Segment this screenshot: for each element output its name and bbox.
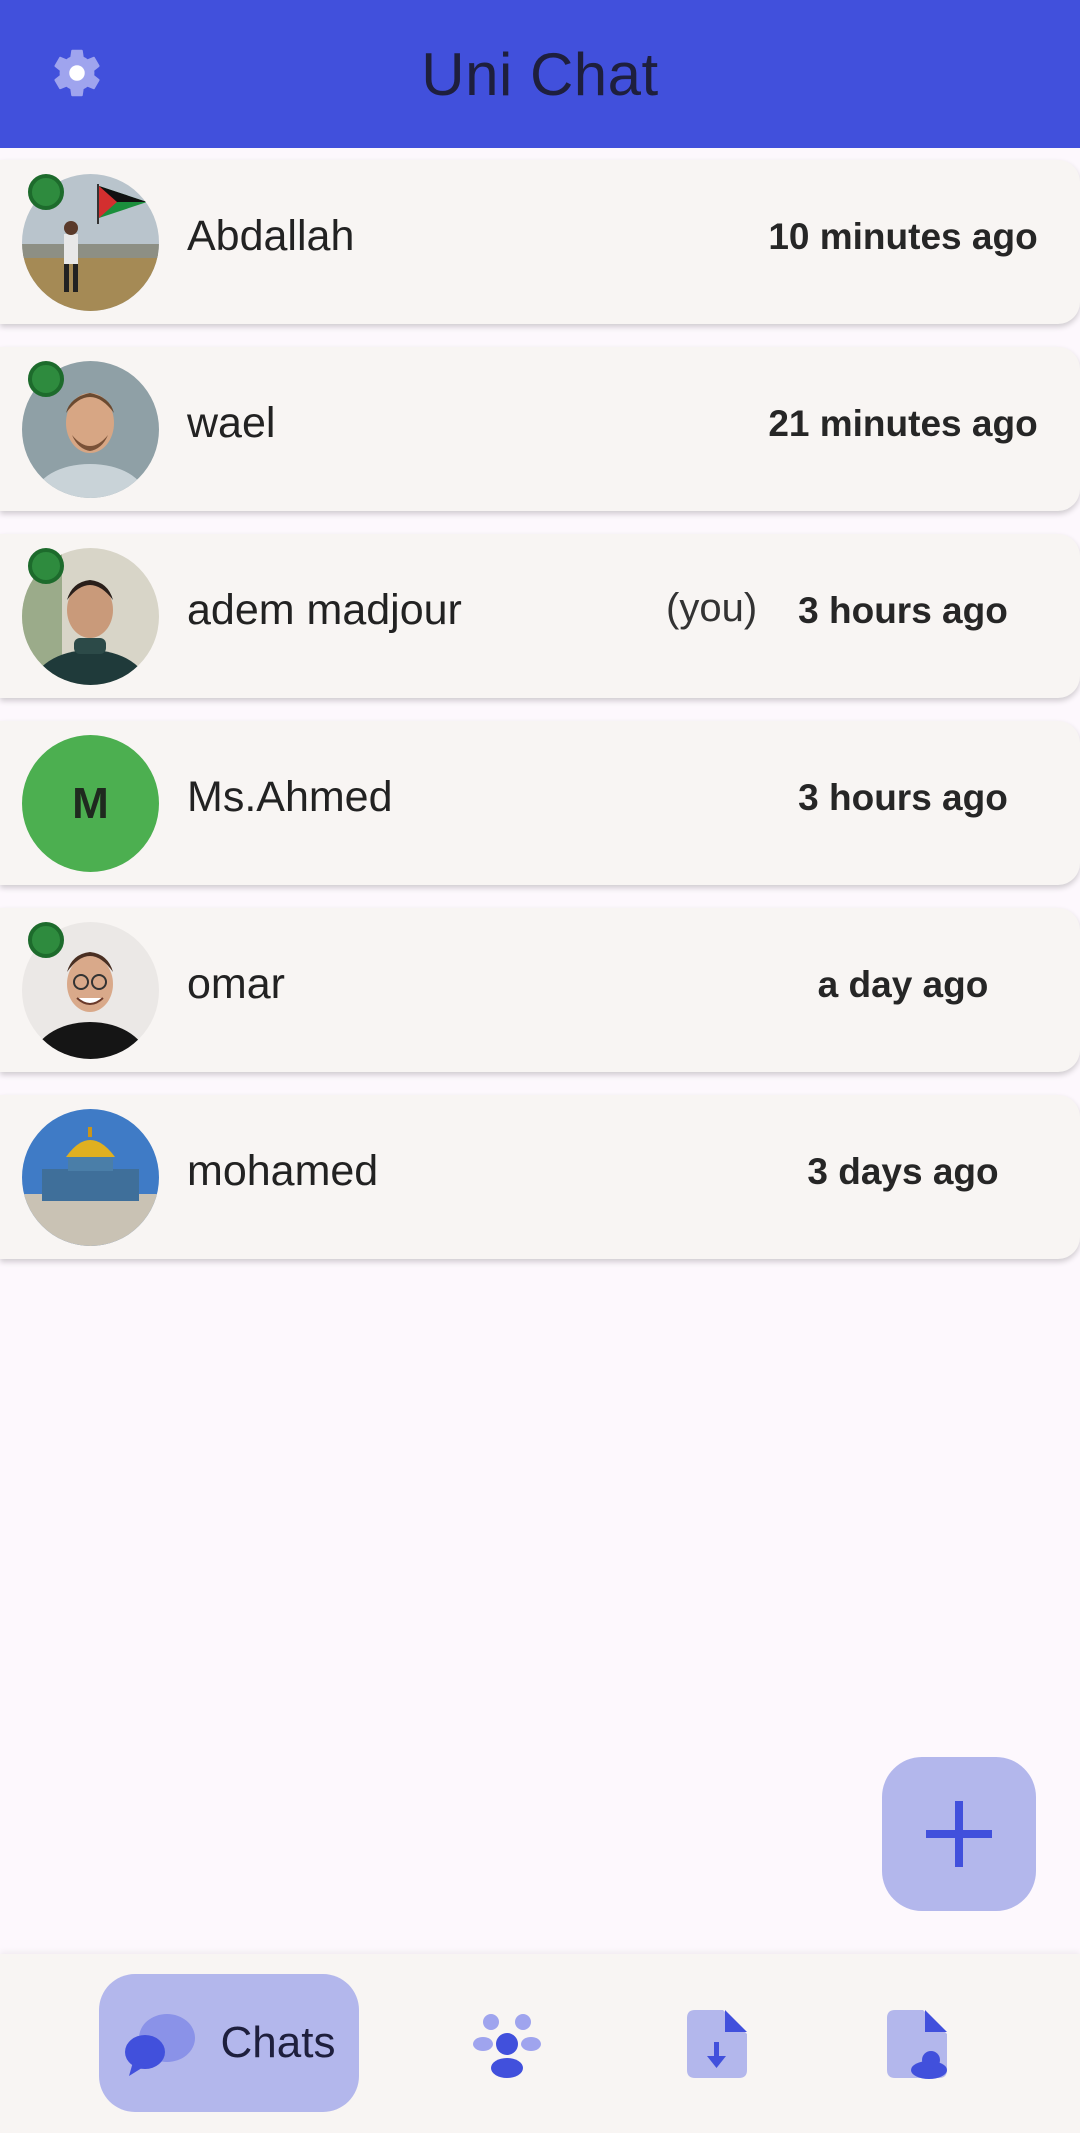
groups-icon xyxy=(473,2014,541,2078)
you-label: (you) xyxy=(666,586,758,630)
chat-name: omar xyxy=(187,960,285,1008)
nav-downloads-tab[interactable] xyxy=(665,2004,765,2084)
avatar-letter: M xyxy=(22,735,159,872)
chat-time: 3 hours ago xyxy=(798,590,1008,631)
chat-bubbles-icon xyxy=(124,2014,195,2076)
chat-name: wael xyxy=(187,399,276,447)
chat-name: adem madjour xyxy=(187,586,462,634)
chat-time: 10 minutes ago xyxy=(768,216,1038,257)
app-title: Uni Chat xyxy=(421,40,659,108)
gear-icon xyxy=(54,49,100,97)
nav-groups-tab[interactable] xyxy=(457,2004,557,2084)
chat-item-abdallah[interactable]: Abdallah 10 minutes ago xyxy=(0,160,1080,324)
plus-icon xyxy=(926,1801,992,1867)
chat-time: 3 hours ago xyxy=(798,777,1008,818)
chat-time: 3 days ago xyxy=(807,1151,999,1192)
avatar xyxy=(22,1109,159,1246)
chat-name: Ms.Ahmed xyxy=(187,773,393,821)
nav-cloud-files-tab[interactable] xyxy=(865,2004,965,2084)
online-indicator xyxy=(28,922,64,958)
online-indicator xyxy=(28,361,64,397)
file-cloud-icon xyxy=(887,2010,947,2079)
settings-button[interactable] xyxy=(46,42,108,104)
chat-name: mohamed xyxy=(187,1147,379,1195)
chat-item-wael[interactable]: wael 21 minutes ago xyxy=(0,347,1080,511)
file-download-icon xyxy=(687,2010,747,2078)
chat-time: a day ago xyxy=(817,964,989,1005)
nav-chats-label: Chats xyxy=(220,2018,336,2067)
chat-item-mohamed[interactable]: mohamed 3 days ago xyxy=(0,1095,1080,1259)
chat-item-ms-ahmed[interactable]: M Ms.Ahmed 3 hours ago xyxy=(0,721,1080,885)
online-indicator xyxy=(28,174,64,210)
app-bar: Uni Chat xyxy=(0,0,1080,148)
chat-item-adem-madjour[interactable]: adem madjour (you) 3 hours ago xyxy=(0,534,1080,698)
new-chat-button[interactable] xyxy=(882,1757,1036,1911)
online-indicator xyxy=(28,548,64,584)
chat-time: 21 minutes ago xyxy=(768,403,1038,444)
chat-item-omar[interactable]: omar a day ago xyxy=(0,908,1080,1072)
bottom-navigation: Chats xyxy=(0,1954,1080,2133)
nav-chats-tab[interactable]: Chats xyxy=(99,1974,359,2112)
chat-name: Abdallah xyxy=(187,212,355,260)
